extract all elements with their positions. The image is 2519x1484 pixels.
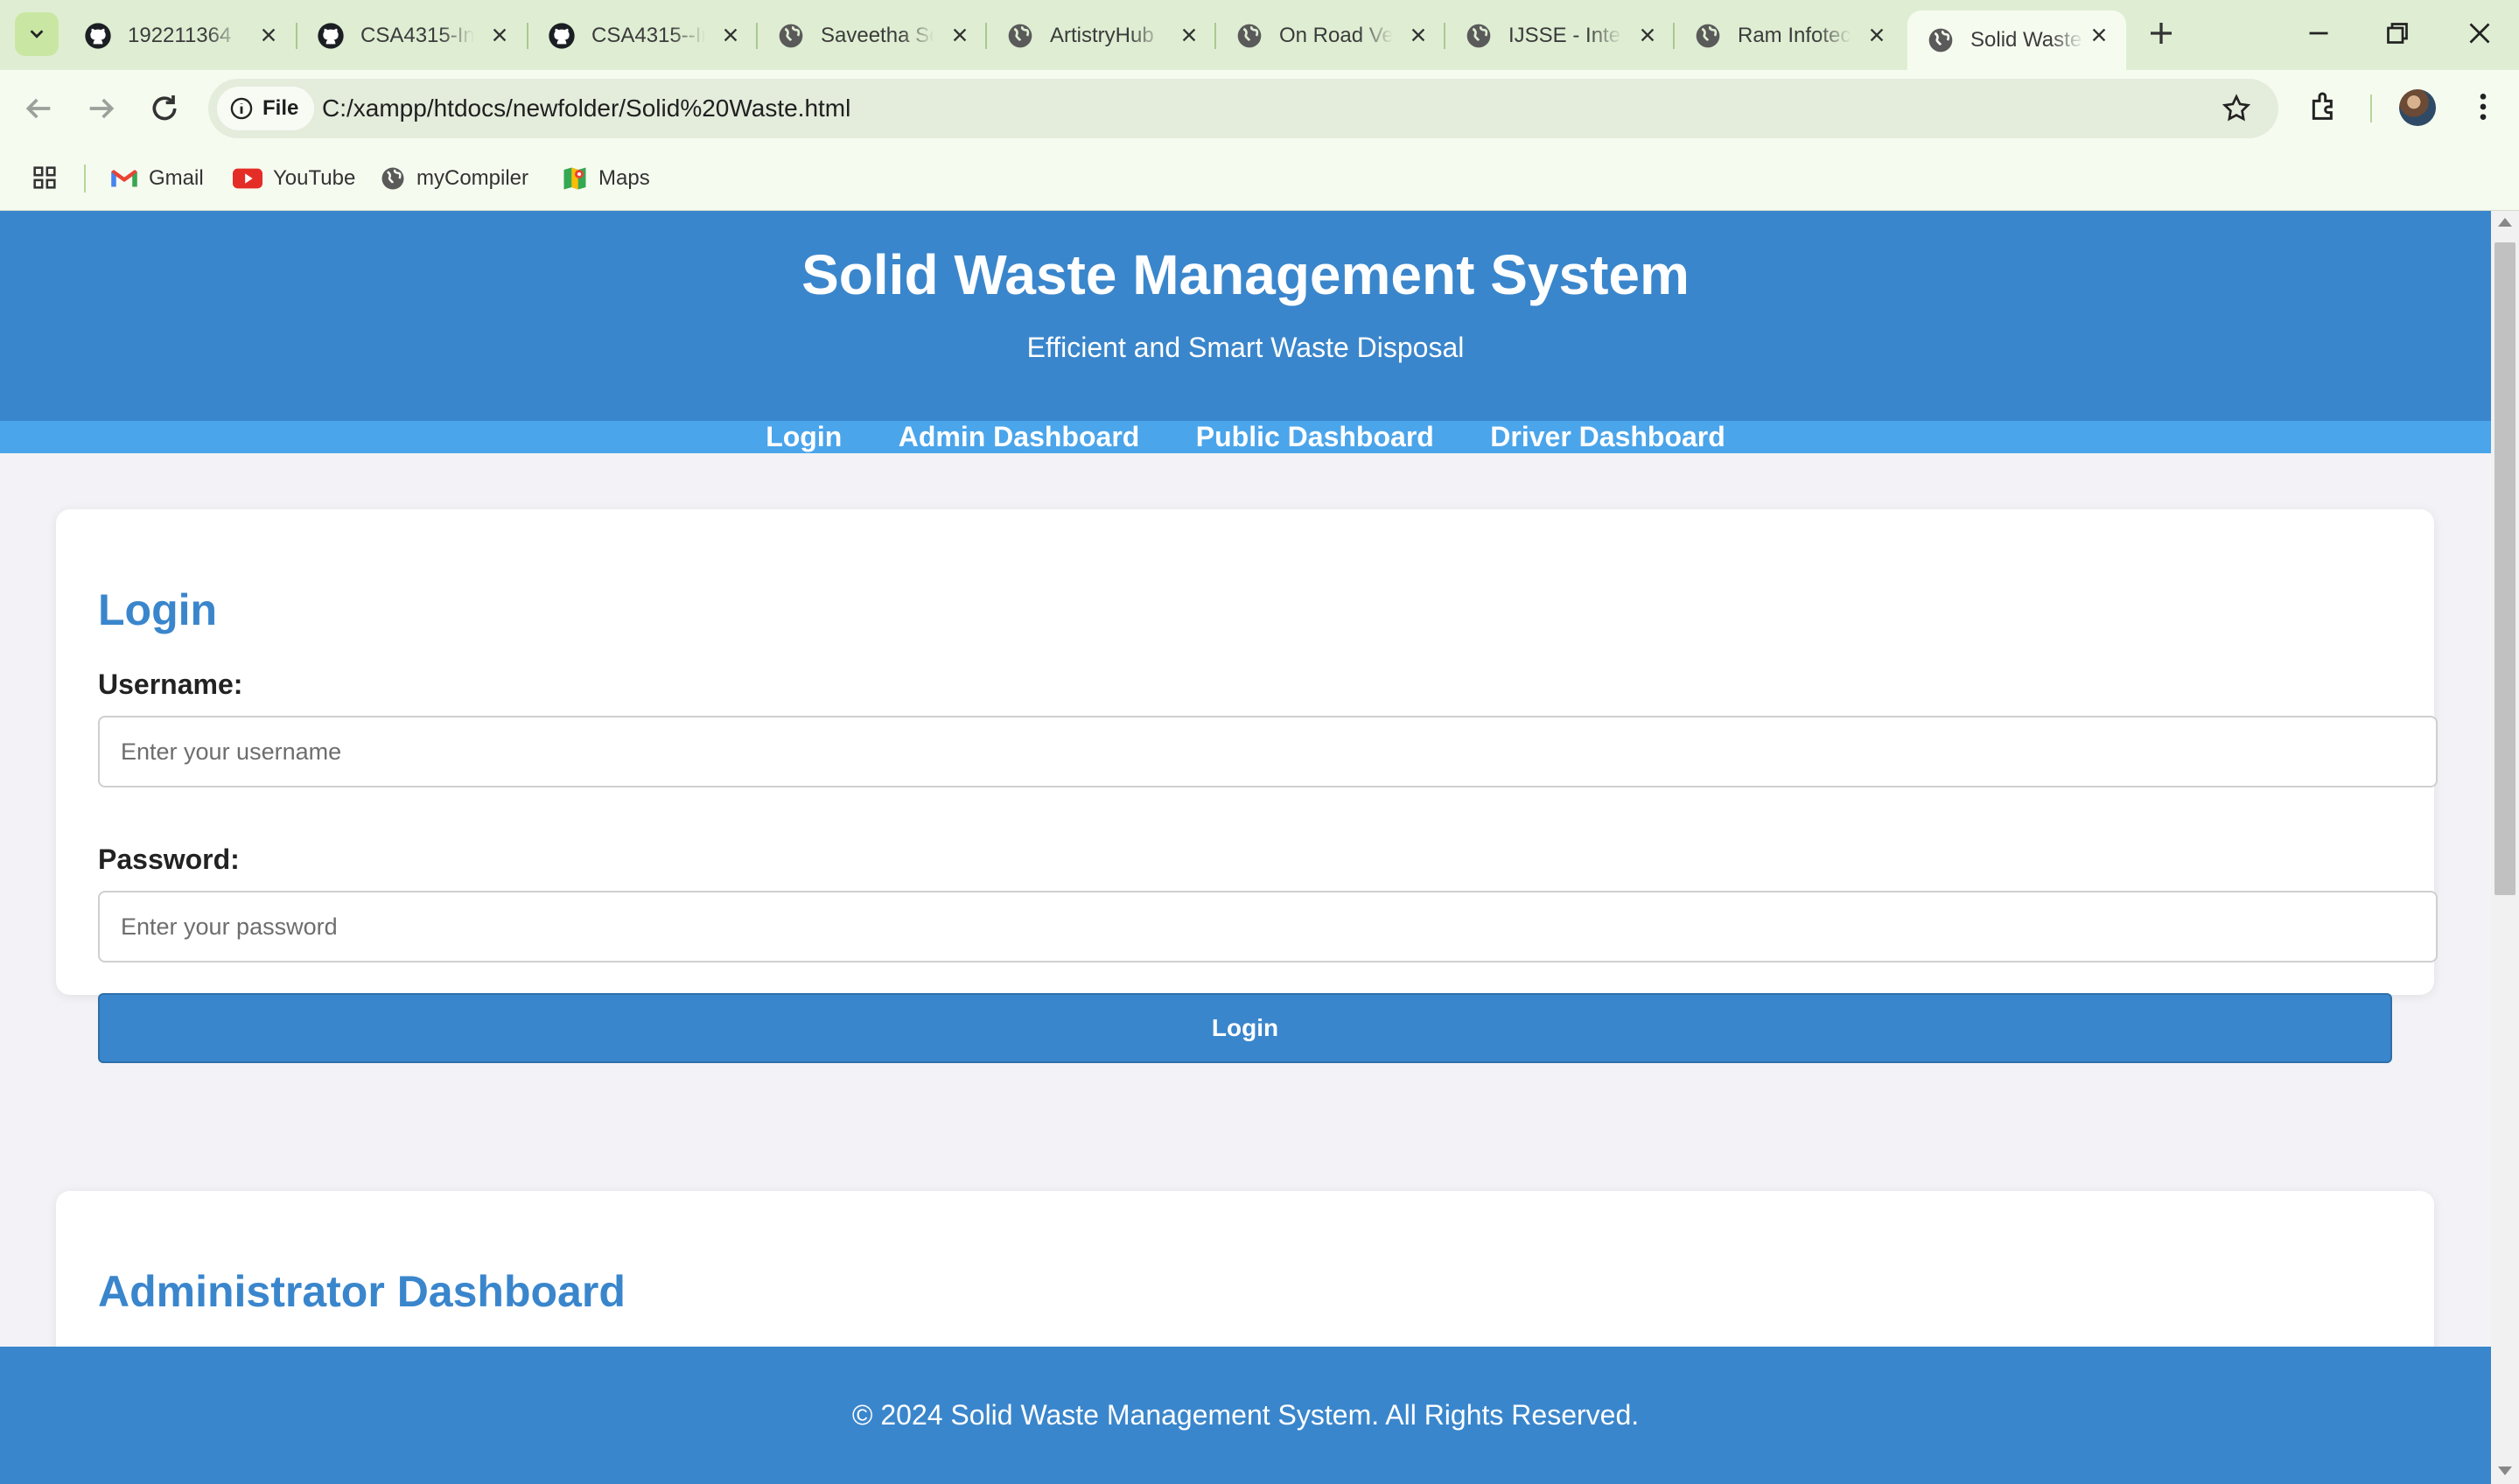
tab-1[interactable]: CSA4315-Intelligent bbox=[297, 10, 527, 61]
menu-dots-icon[interactable] bbox=[2466, 89, 2501, 124]
admin-dashboard-heading: Administrator Dashboard bbox=[98, 1267, 626, 1316]
toolbar-separator bbox=[2370, 94, 2372, 122]
close-icon[interactable] bbox=[1867, 25, 1886, 45]
close-icon[interactable] bbox=[2089, 25, 2109, 45]
tab-title: 192211364 bbox=[128, 24, 232, 47]
tab-title: Solid Waste bbox=[1970, 28, 2082, 52]
minimize-icon[interactable] bbox=[2303, 18, 2334, 49]
site-subtitle: Efficient and Smart Waste Disposal bbox=[1026, 332, 1465, 363]
footer-copyright: © 2024 Solid Waste Management System. Al… bbox=[851, 1399, 1640, 1431]
address-bar[interactable]: File C:/xampp/htdocs/newfolder/Solid%20W… bbox=[208, 79, 2278, 138]
url-text[interactable]: C:/xampp/htdocs/newfolder/Solid%20Waste.… bbox=[322, 94, 850, 122]
tab-title: Saveetha School bbox=[821, 24, 934, 47]
nav-public-dashboard[interactable]: Public Dashboard bbox=[1196, 421, 1434, 453]
bookmark-label: myCompiler bbox=[416, 166, 529, 190]
extensions-icon[interactable] bbox=[2306, 89, 2341, 124]
tab-0[interactable]: 192211364 bbox=[65, 10, 296, 61]
site-nav: Login Admin Dashboard Public Dashboard D… bbox=[0, 421, 2491, 453]
tab-title: Ram Infotech bbox=[1738, 24, 1851, 47]
youtube-icon bbox=[233, 168, 262, 189]
globe-icon bbox=[1237, 24, 1262, 48]
globe-icon bbox=[1466, 24, 1491, 48]
nav-login[interactable]: Login bbox=[766, 421, 842, 453]
close-icon[interactable] bbox=[1638, 25, 1657, 45]
bookmarks-bar: Gmail YouTube myCompiler Maps bbox=[0, 147, 2519, 211]
globe-icon bbox=[1008, 24, 1032, 48]
site-chip-label: File bbox=[262, 96, 299, 120]
reload-icon[interactable] bbox=[147, 91, 182, 126]
github-icon bbox=[85, 23, 111, 49]
globe-icon bbox=[1928, 28, 1953, 52]
apps-grid-icon[interactable] bbox=[30, 163, 59, 192]
password-input[interactable] bbox=[98, 891, 2438, 962]
bookmark-mycompiler[interactable]: myCompiler bbox=[380, 161, 528, 196]
github-icon bbox=[318, 23, 344, 49]
github-icon bbox=[549, 23, 575, 49]
password-label: Password: bbox=[98, 844, 240, 875]
bookmark-maps[interactable]: Maps bbox=[562, 161, 650, 196]
bookmark-gmail[interactable]: Gmail bbox=[110, 161, 204, 196]
close-window-icon[interactable] bbox=[2464, 18, 2495, 49]
tab-title: ArtistryHub bbox=[1050, 24, 1154, 47]
info-icon bbox=[230, 97, 253, 120]
login-heading: Login bbox=[98, 585, 218, 634]
tab-4[interactable]: ArtistryHub bbox=[987, 10, 1216, 61]
globe-icon bbox=[381, 167, 404, 190]
site-info-chip[interactable]: File bbox=[217, 87, 315, 130]
nav-admin-dashboard[interactable]: Admin Dashboard bbox=[899, 421, 1140, 453]
scroll-up-arrow-icon[interactable] bbox=[2498, 218, 2512, 227]
new-tab-icon[interactable] bbox=[2145, 18, 2177, 49]
site-title: Solid Waste Management System bbox=[801, 243, 1690, 306]
site-footer: © 2024 Solid Waste Management System. Al… bbox=[0, 1347, 2491, 1484]
globe-icon bbox=[779, 24, 803, 48]
nav-driver-dashboard[interactable]: Driver Dashboard bbox=[1490, 421, 1725, 453]
tab-title: CSA4315-Intelligent bbox=[360, 24, 474, 47]
maps-icon bbox=[563, 167, 586, 190]
tab-search-button[interactable] bbox=[15, 12, 59, 56]
scroll-down-arrow-icon[interactable] bbox=[2498, 1466, 2512, 1475]
bookmark-star-icon[interactable] bbox=[2221, 93, 2252, 124]
tab-3[interactable]: Saveetha School bbox=[758, 10, 987, 61]
restore-icon[interactable] bbox=[2382, 18, 2413, 49]
bookmark-label: Gmail bbox=[149, 166, 204, 190]
back-arrow-icon[interactable] bbox=[21, 91, 56, 126]
bookmark-youtube[interactable]: YouTube bbox=[233, 161, 355, 196]
chevron-down-icon bbox=[30, 30, 44, 38]
close-icon[interactable] bbox=[721, 25, 740, 45]
close-icon[interactable] bbox=[490, 25, 509, 45]
globe-icon bbox=[1696, 24, 1720, 48]
browser-chrome: 192211364 CSA4315-Intelligent CSA4315--I… bbox=[0, 0, 2519, 211]
tab-2[interactable]: CSA4315--Intelligent bbox=[528, 10, 758, 61]
login-button[interactable]: Login bbox=[98, 993, 2392, 1063]
tab-6[interactable]: IJSSE - International bbox=[1445, 10, 1675, 61]
close-icon[interactable] bbox=[1409, 25, 1428, 45]
page-viewport: Solid Waste Management System Efficient … bbox=[0, 211, 2491, 1484]
site-header: Solid Waste Management System Efficient … bbox=[0, 211, 2491, 421]
tab-strip: 192211364 CSA4315-Intelligent CSA4315--I… bbox=[0, 0, 2519, 70]
bookmark-label: Maps bbox=[598, 166, 650, 190]
gmail-icon bbox=[111, 170, 137, 187]
close-icon[interactable] bbox=[1179, 25, 1199, 45]
tab-title: On Road Vehicle bbox=[1279, 24, 1393, 47]
profile-avatar[interactable] bbox=[2399, 89, 2436, 126]
tab-8-active[interactable]: Solid Waste bbox=[1907, 10, 2126, 70]
tab-title: IJSSE - International bbox=[1508, 24, 1622, 47]
username-input[interactable] bbox=[98, 716, 2438, 788]
close-icon[interactable] bbox=[950, 25, 969, 45]
bookmark-label: YouTube bbox=[273, 166, 356, 190]
browser-toolbar: File C:/xampp/htdocs/newfolder/Solid%20W… bbox=[0, 70, 2519, 147]
login-card: Login Username: Password: Login bbox=[56, 509, 2438, 1063]
scrollbar-thumb[interactable] bbox=[2495, 242, 2516, 895]
tab-5[interactable]: On Road Vehicle bbox=[1216, 10, 1445, 61]
tab-title: CSA4315--Intelligent bbox=[591, 24, 705, 47]
bookmark-separator bbox=[84, 164, 86, 192]
forward-arrow-icon[interactable] bbox=[84, 91, 119, 126]
page-scrollbar[interactable] bbox=[2491, 211, 2519, 1484]
tab-7[interactable]: Ram Infotech bbox=[1675, 10, 1904, 61]
close-icon[interactable] bbox=[259, 25, 278, 45]
username-label: Username: bbox=[98, 668, 243, 700]
